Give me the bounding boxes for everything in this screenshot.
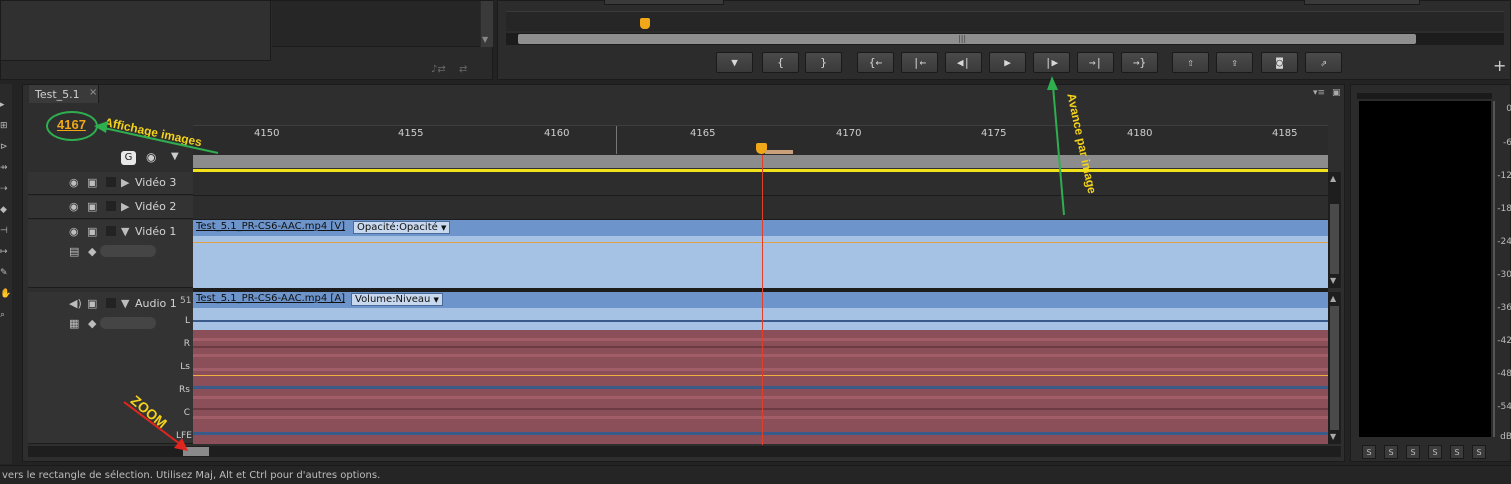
annotation-arrows [94,76,1065,451]
annotation-arrow-affichage [94,121,219,154]
annotation-arrow-avance [1047,76,1065,216]
annotation-arrow-zoom [123,401,188,451]
